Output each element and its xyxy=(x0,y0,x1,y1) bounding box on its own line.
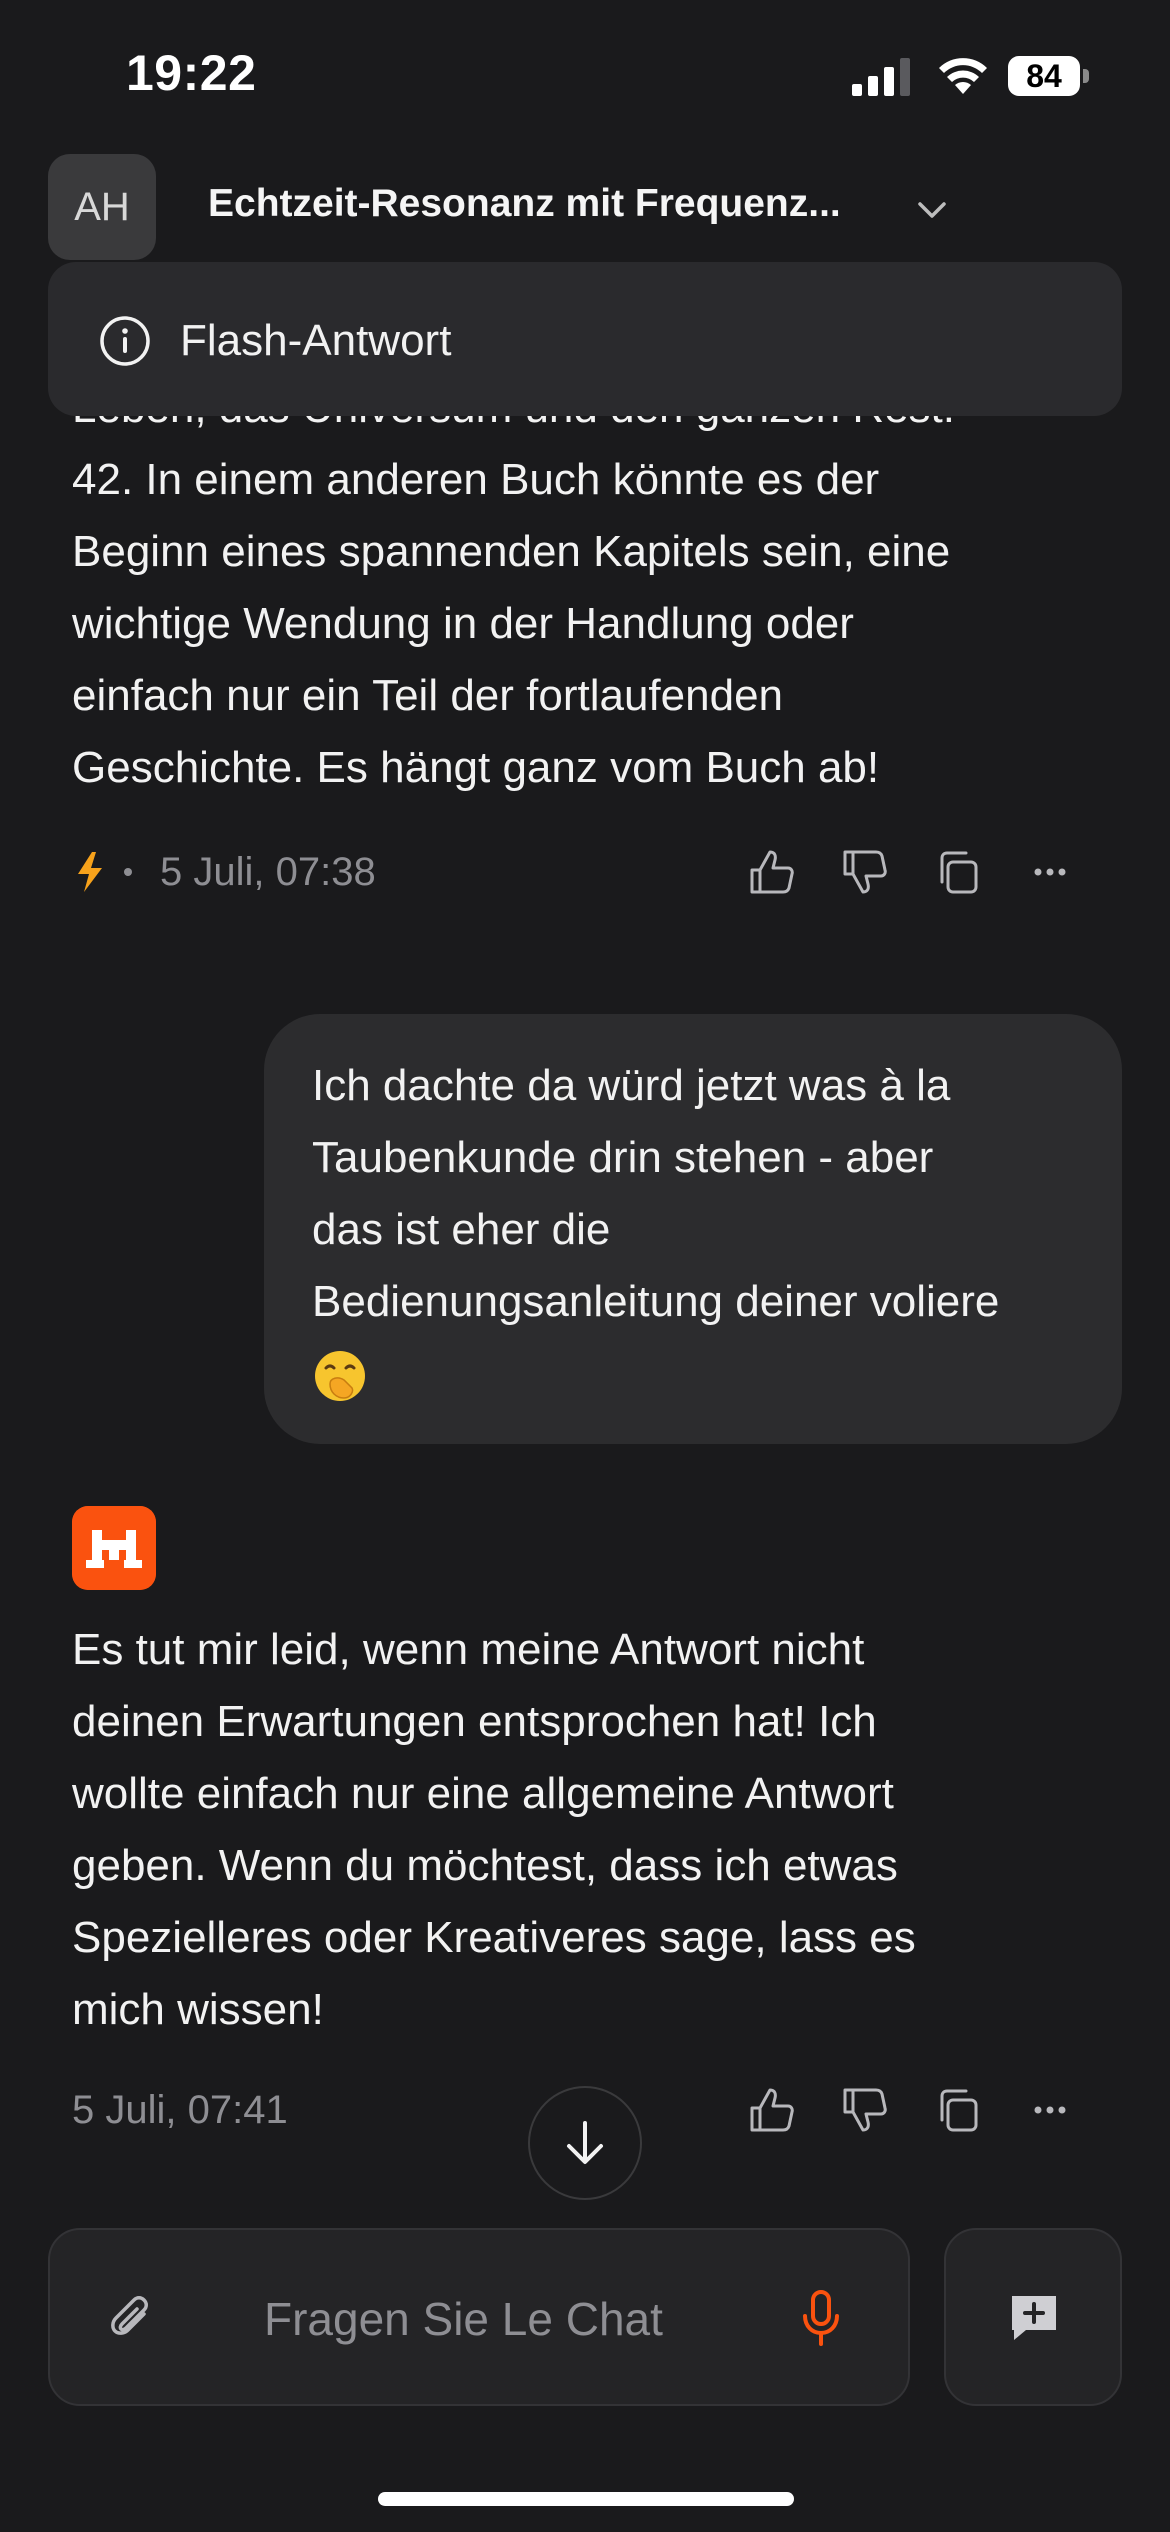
message-line: Beginn eines spannenden Kapitels sein, e… xyxy=(72,527,951,576)
message-timestamp: 5 Juli, 07:41 xyxy=(72,2088,288,2132)
more-options-icon[interactable] xyxy=(1022,844,1078,900)
flash-answer-label: Flash-Antwort xyxy=(180,316,452,365)
message-line: das ist eher die xyxy=(312,1205,611,1254)
arrow-down-icon xyxy=(567,2121,603,2164)
microphone-icon[interactable] xyxy=(796,2288,846,2348)
thumbs-up-icon[interactable] xyxy=(744,2082,800,2138)
message-line: Taubenkunde drin stehen - aber xyxy=(312,1133,934,1182)
message-line: Es tut mir leid, wenn meine Antwort nich… xyxy=(72,1625,865,1674)
copy-icon[interactable] xyxy=(930,2082,986,2138)
mistral-logo-icon xyxy=(72,1506,156,1590)
more-options-icon[interactable] xyxy=(1022,2082,1078,2138)
battery-icon: 84 xyxy=(1008,56,1090,96)
battery-level: 84 xyxy=(1008,56,1080,96)
thumbs-up-icon[interactable] xyxy=(744,844,800,900)
message-line: Spezielleres oder Kreativeres sage, lass… xyxy=(72,1913,916,1962)
new-chat-icon xyxy=(1012,2296,1056,2340)
message-line: deinen Erwartungen entsprochen hat! Ich xyxy=(72,1697,877,1746)
user-message: Ich dachte da würd jetzt was à la Tauben… xyxy=(312,1050,1102,1410)
thumbs-down-icon[interactable] xyxy=(837,2082,893,2138)
message-line: geben. Wenn du möchtest, dass ich etwas xyxy=(72,1841,898,1890)
assistant-message-1: Leben, das Universum und den ganzen Rest… xyxy=(72,372,1112,804)
flash-bolt-icon xyxy=(78,852,102,892)
assistant-message-2: Es tut mir leid, wenn meine Antwort nich… xyxy=(72,1614,1122,2046)
new-chat-button[interactable] xyxy=(944,2228,1122,2406)
message-line: einfach nur ein Teil der fortlaufenden xyxy=(72,671,784,720)
user-avatar[interactable]: AH xyxy=(48,154,156,260)
message-line: Geschichte. Es hängt ganz vom Buch ab! xyxy=(72,743,880,792)
home-indicator xyxy=(378,2492,794,2506)
status-time: 19:22 xyxy=(126,45,257,101)
scroll-to-bottom-button[interactable] xyxy=(528,2086,642,2200)
wifi-icon xyxy=(939,58,987,94)
chevron-down-icon[interactable] xyxy=(912,190,952,230)
message-actions xyxy=(744,844,1084,900)
message-line: wichtige Wendung in der Handlung oder xyxy=(72,599,854,648)
conversation-title[interactable]: Echtzeit-Resonanz mit Frequenz... xyxy=(208,182,841,226)
message-line: Bedienungsanleitung deiner voliere xyxy=(312,1277,1000,1326)
copy-icon[interactable] xyxy=(930,844,986,900)
message-line: wollte einfach nur eine allgemeine Antwo… xyxy=(72,1769,894,1818)
message-timestamp: 5 Juli, 07:38 xyxy=(160,850,376,894)
paperclip-icon[interactable] xyxy=(104,2290,160,2346)
thumbs-down-icon[interactable] xyxy=(837,844,893,900)
separator-dot xyxy=(124,868,132,876)
message-actions xyxy=(744,2082,1084,2138)
chat-input-placeholder[interactable]: Fragen Sie Le Chat xyxy=(264,2292,663,2346)
info-icon xyxy=(100,316,150,366)
message-line: 42. In einem anderen Buch könnte es der xyxy=(72,455,880,504)
hand-over-mouth-emoji-icon xyxy=(315,1351,365,1402)
cellular-signal-icon xyxy=(852,58,910,96)
message-line: mich wissen! xyxy=(72,1985,324,2034)
message-line: Ich dachte da würd jetzt was à la xyxy=(312,1061,951,1110)
